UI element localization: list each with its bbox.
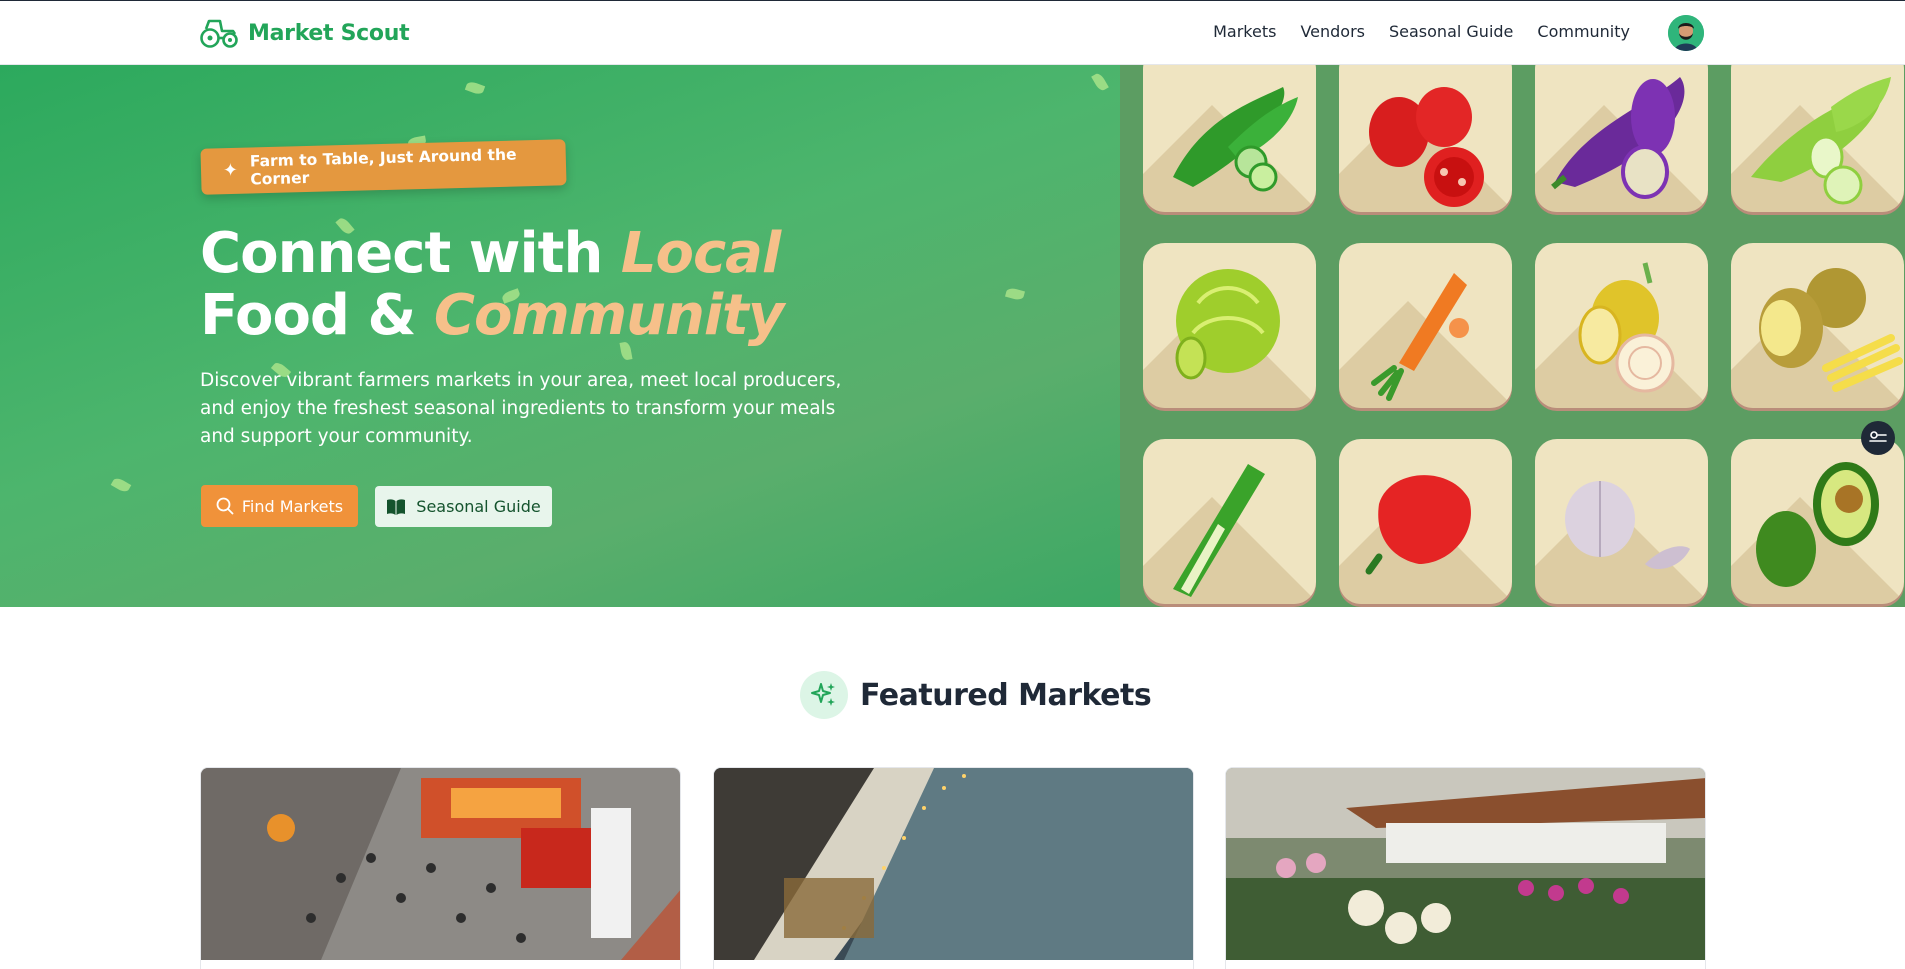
- hero-badge-text: Farm to Table, Just Around the Corner: [249, 145, 517, 189]
- eggplant-icon: [1551, 77, 1685, 199]
- hero-title-line2: Food &: [200, 283, 434, 348]
- bell-pepper-icon: [1365, 475, 1471, 575]
- carrot-icon: [1371, 273, 1469, 401]
- leaf-decoration: [1091, 71, 1109, 93]
- nav-community[interactable]: Community: [1537, 22, 1630, 41]
- vegetable-tile-grid: [1143, 65, 1905, 607]
- cabbage-tile: [1143, 243, 1316, 408]
- sparkle-icon: ✦: [222, 159, 239, 182]
- featured-heading: Featured Markets: [800, 671, 1152, 719]
- brand-logo-link[interactable]: Market Scout: [200, 17, 410, 49]
- hero-title: Connect with Local Food & Community: [200, 221, 784, 348]
- carrot-tile: [1339, 243, 1512, 408]
- sparkles-icon: [800, 671, 848, 719]
- market-card[interactable]: [200, 767, 681, 969]
- bell-pepper-tile: [1339, 439, 1512, 604]
- main-nav: Markets Vendors Seasonal Guide Community: [1213, 22, 1630, 41]
- leaf-decoration: [464, 80, 486, 96]
- zucchini-tile: [1731, 65, 1904, 212]
- nav-markets[interactable]: Markets: [1213, 22, 1276, 41]
- hero-description: Discover vibrant farmers markets in your…: [200, 370, 842, 447]
- hero-badge: ✦ Farm to Table, Just Around the Corner: [200, 139, 567, 195]
- nav-seasonal-guide[interactable]: Seasonal Guide: [1389, 22, 1513, 41]
- flower-market-stall-photo: [1226, 768, 1705, 960]
- tomato-icon: [1369, 87, 1484, 207]
- cabbage-icon: [1175, 269, 1280, 380]
- top-navigation-bar: Market Scout Markets Vendors Seasonal Gu…: [0, 0, 1905, 65]
- seasonal-guide-button[interactable]: Seasonal Guide: [375, 486, 552, 527]
- seasonal-guide-label: Seasonal Guide: [416, 497, 541, 516]
- hero-title-line1: Connect with: [200, 221, 621, 286]
- find-markets-label: Find Markets: [241, 496, 344, 516]
- cucumber-tile: [1143, 65, 1316, 212]
- settings-toggle-icon[interactable]: [1861, 421, 1895, 455]
- leek-tile: [1143, 439, 1316, 604]
- market-card[interactable]: [1225, 767, 1706, 969]
- hero-section: ✦ Farm to Table, Just Around the Corner …: [0, 65, 1905, 607]
- hero-title-accent-local: Local: [620, 221, 781, 286]
- search-icon: [216, 497, 234, 515]
- cucumber-icon: [1173, 87, 1298, 192]
- brand-name: Market Scout: [248, 20, 410, 46]
- leaf-decoration: [110, 476, 132, 494]
- user-avatar-icon[interactable]: [1668, 15, 1704, 51]
- eggplant-tile: [1535, 65, 1708, 212]
- onion-icon: [1578, 262, 1675, 393]
- tomato-tile: [1339, 65, 1512, 212]
- avocado-icon: [1756, 462, 1879, 587]
- potato-tile: [1731, 243, 1904, 408]
- book-icon: [387, 498, 406, 515]
- garlic-tile: [1535, 439, 1708, 604]
- zucchini-icon: [1751, 77, 1891, 205]
- featured-title: Featured Markets: [860, 677, 1152, 713]
- onion-tile: [1535, 243, 1708, 408]
- hero-title-accent-community: Community: [433, 283, 784, 348]
- leek-icon: [1173, 464, 1265, 597]
- riverside-night-market-photo: [714, 768, 1193, 960]
- nav-vendors[interactable]: Vendors: [1300, 22, 1365, 41]
- avocado-tile: [1731, 439, 1904, 604]
- find-markets-button[interactable]: Find Markets: [201, 485, 358, 527]
- leaf-decoration: [1005, 286, 1025, 302]
- tractor-icon: [200, 19, 238, 48]
- potato-icon: [1759, 268, 1903, 392]
- busy-street-market-photo: [201, 768, 680, 960]
- garlic-icon: [1565, 481, 1690, 569]
- market-card[interactable]: [713, 767, 1194, 969]
